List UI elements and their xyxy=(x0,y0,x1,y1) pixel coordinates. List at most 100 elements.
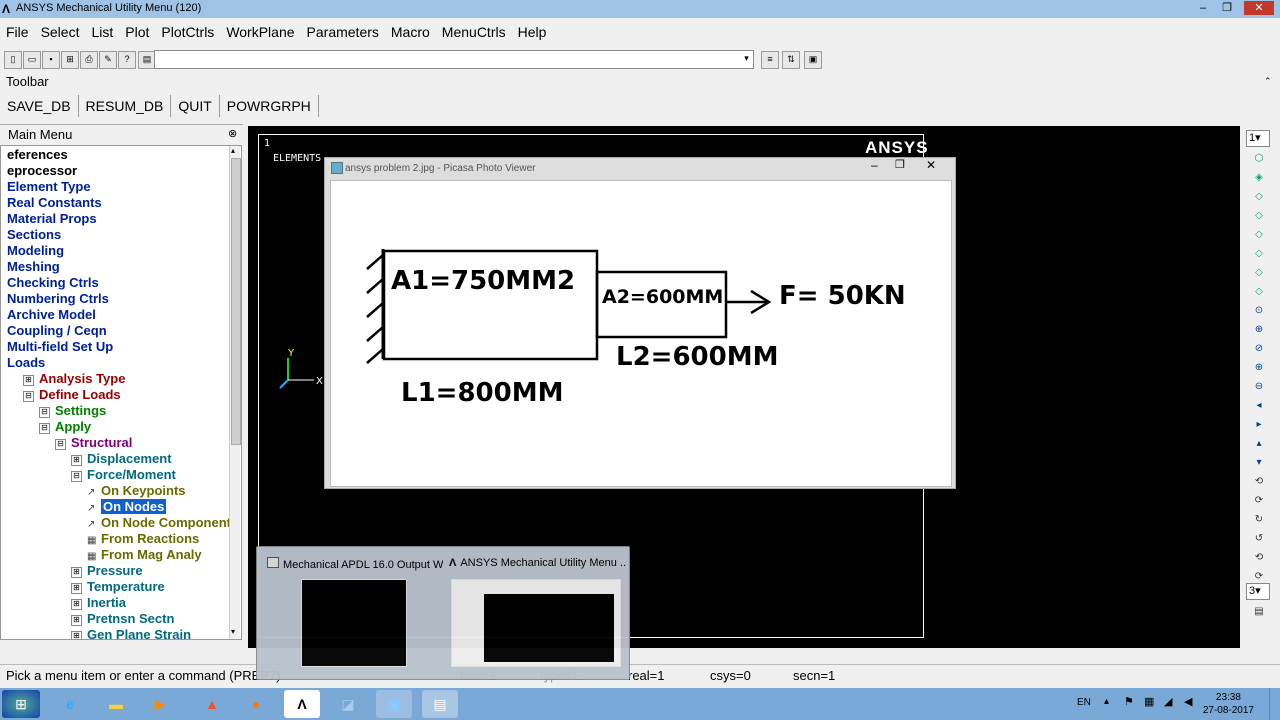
pan-icon[interactable]: ⊞ xyxy=(61,51,79,69)
collapse-icon[interactable]: ⊟ xyxy=(71,471,82,482)
signal-icon[interactable]: ◢ xyxy=(1164,695,1172,708)
show-desktop-button[interactable] xyxy=(1269,688,1280,720)
pan-left-icon[interactable]: ◂ xyxy=(1250,398,1268,414)
pan-down-icon[interactable]: ▾ xyxy=(1250,455,1268,471)
menu-macro[interactable]: Macro xyxy=(385,22,436,44)
new-icon[interactable]: ▯ xyxy=(4,51,22,69)
box-zoom-icon[interactable]: ⊘ xyxy=(1250,341,1268,357)
top-view-icon[interactable]: ◇ xyxy=(1250,189,1268,205)
menu-menuctrls[interactable]: MenuCtrls xyxy=(436,22,512,44)
menu-node[interactable]: Material Props xyxy=(7,211,97,227)
report-icon[interactable]: ✎ xyxy=(99,51,117,69)
menu-node[interactable]: ⊞ Inertia xyxy=(71,595,126,611)
app-icon[interactable]: ◪ xyxy=(330,690,366,718)
front-view-icon[interactable]: ◈ xyxy=(1250,170,1268,186)
right-view-icon[interactable]: ◇ xyxy=(1250,246,1268,262)
menu-select[interactable]: Select xyxy=(35,22,86,44)
increment-select[interactable]: 3▾ xyxy=(1246,583,1270,600)
menu-node[interactable]: ⊞ Displacement xyxy=(71,451,172,467)
menu-node[interactable]: Loads xyxy=(7,355,45,371)
expand-icon[interactable]: ⊞ xyxy=(71,567,82,578)
apdl-taskbar-icon[interactable]: ▤ xyxy=(422,690,458,718)
menu-node[interactable]: ⊟ Structural xyxy=(55,435,132,451)
rotate-x-icon[interactable]: ⟲ xyxy=(1250,474,1268,490)
menu-plot[interactable]: Plot xyxy=(119,22,155,44)
clock[interactable]: 23:38 27-08-2017 xyxy=(1203,691,1254,717)
menu-node[interactable]: Element Type xyxy=(7,179,91,195)
collapse-icon[interactable]: ⊗ xyxy=(228,127,237,140)
sort-icon[interactable]: ⇅ xyxy=(782,51,800,69)
flag-icon[interactable]: ⚑ xyxy=(1124,695,1134,708)
oblique-view-icon[interactable]: ◇ xyxy=(1250,284,1268,300)
close-button[interactable]: ✕ xyxy=(1244,1,1274,15)
toolbar-editor-icon[interactable]: ≡ xyxy=(761,51,779,69)
matlab-icon[interactable]: ▲ xyxy=(194,690,230,718)
menu-node[interactable]: Archive Model xyxy=(7,307,96,323)
output-window-icon[interactable]: ▣ xyxy=(804,51,822,69)
bottom-view-icon[interactable]: ◇ xyxy=(1250,208,1268,224)
command-input[interactable] xyxy=(154,50,754,69)
maximize-button[interactable]: ❐ xyxy=(1216,1,1238,15)
menu-node[interactable]: Coupling / Ceqn xyxy=(7,323,107,339)
pan-up-icon[interactable]: ▴ xyxy=(1250,436,1268,452)
expand-icon[interactable]: ⊞ xyxy=(71,615,82,626)
thumbnail-output-window[interactable]: Mechanical APDL 16.0 Output W... xyxy=(267,557,443,667)
menu-node[interactable]: ↗ On Nodes xyxy=(87,499,167,515)
folder-icon[interactable]: ▬ xyxy=(98,690,134,718)
maximize-button[interactable]: ❐ xyxy=(895,158,905,171)
collapse-icon[interactable]: ⊟ xyxy=(55,439,66,450)
rotate-y-icon[interactable]: ⟳ xyxy=(1250,493,1268,509)
menu-help[interactable]: Help xyxy=(512,22,553,44)
resume-db-button[interactable]: RESUM_DB xyxy=(79,95,172,117)
collapse-icon[interactable]: ⌃ xyxy=(1264,76,1276,90)
print-icon[interactable]: ⎙ xyxy=(80,51,98,69)
iso-view-icon[interactable]: ⬡ xyxy=(1250,151,1268,167)
save-icon[interactable]: ▪ xyxy=(42,51,60,69)
menu-node[interactable]: Real Constants xyxy=(7,195,102,211)
menu-node[interactable]: ⊞ Gen Plane Strain xyxy=(71,627,191,639)
tree-scrollbar[interactable]: ▴ ▾ xyxy=(229,146,241,639)
menu-node[interactable]: Checking Ctrls xyxy=(7,275,99,291)
close-button[interactable]: ✕ xyxy=(926,158,936,172)
minimize-button[interactable]: – xyxy=(1192,1,1214,15)
chevron-down-icon[interactable]: ▾ xyxy=(741,50,752,67)
reset-view-icon[interactable]: ▤ xyxy=(1250,604,1268,620)
menu-node[interactable]: ⊞ Temperature xyxy=(71,579,165,595)
quit-button[interactable]: QUIT xyxy=(171,95,220,117)
firefox-icon[interactable]: ● xyxy=(238,690,274,718)
menu-node[interactable]: Modeling xyxy=(7,243,64,259)
collapse-icon[interactable]: ⊟ xyxy=(39,407,50,418)
spin-icon[interactable]: ⟲ xyxy=(1250,550,1268,566)
window-select[interactable]: 1▾ xyxy=(1246,130,1270,147)
menu-file[interactable]: File xyxy=(0,22,35,44)
media-player-icon[interactable]: ▶ xyxy=(142,690,178,718)
help-icon[interactable]: ? xyxy=(118,51,136,69)
save-db-button[interactable]: SAVE_DB xyxy=(0,95,79,117)
expand-icon[interactable]: ⊞ xyxy=(71,583,82,594)
zoom-icon[interactable]: ⊕ xyxy=(1250,322,1268,338)
rotate-icon[interactable]: ↺ xyxy=(1250,531,1268,547)
start-button[interactable]: ⊞ xyxy=(2,690,40,718)
menu-node[interactable]: Meshing xyxy=(7,259,60,275)
photo-viewer-window[interactable]: ansys problem 2.jpg - Picasa Photo Viewe… xyxy=(324,157,956,489)
back-view-icon[interactable]: ◇ xyxy=(1250,265,1268,281)
menu-node[interactable]: ⊟ Define Loads xyxy=(23,387,121,403)
expand-icon[interactable]: ⊞ xyxy=(71,455,82,466)
menu-node[interactable]: ▦ From Mag Analy xyxy=(87,547,202,563)
volume-icon[interactable]: ◀ xyxy=(1184,695,1192,708)
menu-node[interactable]: ▦ From Reactions xyxy=(87,531,199,547)
pan-right-icon[interactable]: ▸ xyxy=(1250,417,1268,433)
menu-node[interactable]: ⊞ Pretnsn Sectn xyxy=(71,611,174,627)
menu-node[interactable]: Numbering Ctrls xyxy=(7,291,109,307)
menu-list[interactable]: List xyxy=(85,22,119,44)
menu-node[interactable]: ⊟ Settings xyxy=(39,403,106,419)
expand-icon[interactable]: ⊞ xyxy=(71,631,82,639)
menu-plotctrls[interactable]: PlotCtrls xyxy=(155,22,220,44)
left-view-icon[interactable]: ◇ xyxy=(1250,227,1268,243)
menu-node[interactable]: eprocessor xyxy=(7,163,77,179)
menu-node[interactable]: ⊟ Apply xyxy=(39,419,91,435)
menu-node[interactable]: ⊟ Force/Moment xyxy=(71,467,176,483)
picasa-taskbar-icon[interactable]: ▣ xyxy=(376,690,412,718)
zoom-out-icon[interactable]: ⊖ xyxy=(1250,379,1268,395)
menu-node[interactable]: Multi-field Set Up xyxy=(7,339,113,355)
